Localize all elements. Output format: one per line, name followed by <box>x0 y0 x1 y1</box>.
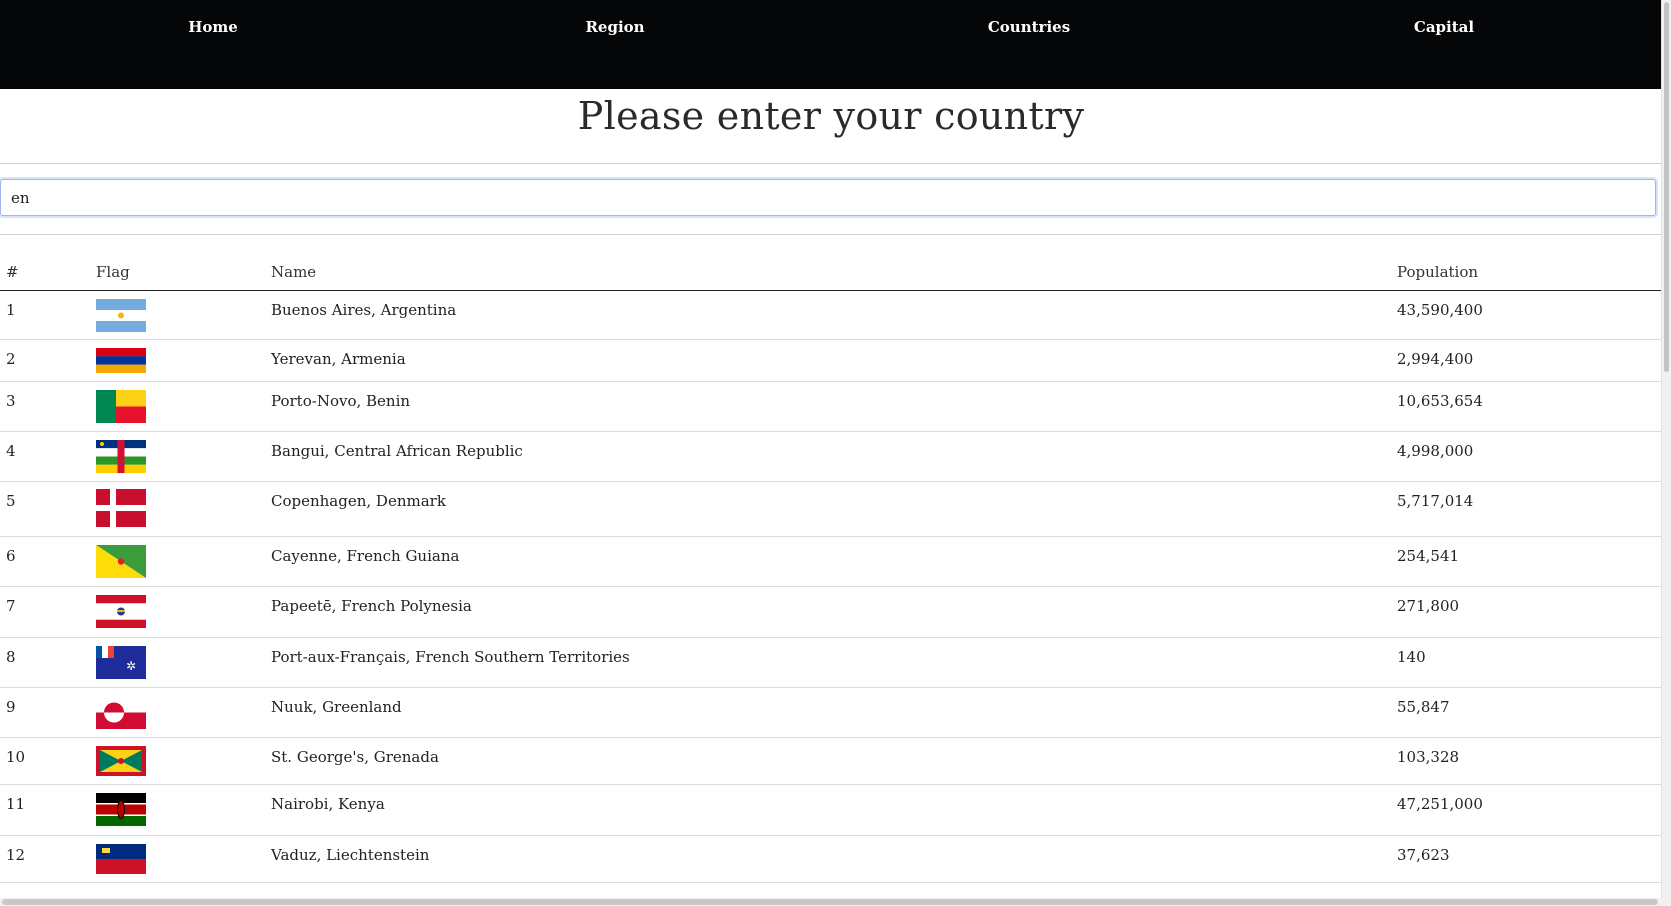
nav-countries-link[interactable]: Countries <box>988 18 1070 36</box>
table-row: 1 Buenos Aires, Argentina 43,590,400 <box>0 290 1662 340</box>
central-african-republic-flag-icon <box>96 440 146 473</box>
row-name: Cayenne, French Guiana <box>271 547 460 565</box>
row-number: 12 <box>6 846 26 864</box>
table-row: 8 ✲ Port-aux-Français, French Southern T… <box>0 637 1662 688</box>
row-number: 1 <box>6 301 16 319</box>
nav-capital-link[interactable]: Capital <box>1414 18 1474 36</box>
row-name: Nairobi, Kenya <box>271 795 385 813</box>
row-population: 2,994,400 <box>1397 350 1474 368</box>
row-name: Porto-Novo, Benin <box>271 392 411 410</box>
row-name: Bangui, Central African Republic <box>271 442 523 460</box>
table-row: 4 Bangui, Central African Republic 4,998… <box>0 431 1662 482</box>
results-table: # Flag Name Population 1 Buenos Aires, A… <box>0 254 1662 883</box>
french-southern-territories-flag-icon: ✲ <box>96 646 146 679</box>
table-row: 10 St. George's, Grenada 103,328 <box>0 737 1662 785</box>
divider-top <box>0 163 1662 164</box>
row-name: Papeetē, French Polynesia <box>271 597 472 615</box>
row-number: 6 <box>6 547 16 565</box>
french-guiana-flag-icon <box>96 545 146 578</box>
svg-text:✲: ✲ <box>126 659 136 673</box>
divider-bottom <box>0 234 1662 235</box>
row-number: 3 <box>6 392 16 410</box>
row-population: 254,541 <box>1397 547 1460 565</box>
benin-flag-icon <box>96 390 146 423</box>
row-number: 8 <box>6 648 16 666</box>
denmark-flag-icon <box>96 489 146 527</box>
liechtenstein-flag-icon <box>96 844 146 874</box>
row-population: 37,623 <box>1397 846 1450 864</box>
armenia-flag-icon <box>96 348 146 373</box>
row-name: Vaduz, Liechtenstein <box>271 846 430 864</box>
table-row: 9 Nuuk, Greenland 55,847 <box>0 687 1662 738</box>
row-population: 5,717,014 <box>1397 492 1474 510</box>
table-row: 6 Cayenne, French Guiana 254,541 <box>0 536 1662 587</box>
row-number: 4 <box>6 442 16 460</box>
table-row: 2 Yerevan, Armenia 2,994,400 <box>0 339 1662 382</box>
country-search-input[interactable] <box>0 179 1656 216</box>
row-number: 2 <box>6 350 16 368</box>
table-row: 7 Papeetē, French Polynesia 271,800 <box>0 586 1662 638</box>
table-row: 12 Vaduz, Liechtenstein 37,623 <box>0 835 1662 883</box>
grenada-flag-icon <box>96 746 146 776</box>
argentina-flag-icon <box>96 299 146 332</box>
row-number: 5 <box>6 492 16 510</box>
kenya-flag-icon <box>96 793 146 826</box>
row-number: 9 <box>6 698 16 716</box>
row-population: 55,847 <box>1397 698 1450 716</box>
vertical-scrollbar-thumb[interactable] <box>1664 2 1669 372</box>
vertical-scrollbar[interactable] <box>1661 0 1671 906</box>
row-name: Buenos Aires, Argentina <box>271 301 457 319</box>
row-number: 10 <box>6 748 26 766</box>
row-population: 140 <box>1397 648 1426 666</box>
table-header-row: # Flag Name Population <box>0 254 1662 291</box>
nav-home-link[interactable]: Home <box>188 18 238 36</box>
header-population: Population <box>1391 254 1662 291</box>
row-number: 11 <box>6 795 26 813</box>
row-population: 271,800 <box>1397 597 1460 615</box>
greenland-flag-icon <box>96 696 146 729</box>
row-population: 10,653,654 <box>1397 392 1483 410</box>
header-flag: Flag <box>90 254 265 291</box>
row-population: 43,590,400 <box>1397 301 1483 319</box>
table-row: 11 Nairobi, Kenya 47,251,000 <box>0 784 1662 836</box>
french-polynesia-flag-icon <box>96 595 146 628</box>
header-name: Name <box>265 254 1391 291</box>
page-title: Please enter your country <box>577 94 1085 138</box>
table-row: 3 Porto-Novo, Benin 10,653,654 <box>0 381 1662 432</box>
row-population: 103,328 <box>1397 748 1460 766</box>
row-population: 4,998,000 <box>1397 442 1474 460</box>
row-name: Yerevan, Armenia <box>271 350 406 368</box>
row-population: 47,251,000 <box>1397 795 1483 813</box>
row-name: Port-aux-Français, French Southern Terri… <box>271 648 630 666</box>
horizontal-scrollbar[interactable] <box>0 898 1662 906</box>
nav-region-link[interactable]: Region <box>585 18 644 36</box>
top-navbar: Home Region Countries Capital <box>0 0 1662 89</box>
row-name: Copenhagen, Denmark <box>271 492 446 510</box>
horizontal-scrollbar-thumb[interactable] <box>2 899 1658 905</box>
row-name: Nuuk, Greenland <box>271 698 402 716</box>
header-number: # <box>0 254 90 291</box>
table-row: 5 Copenhagen, Denmark 5,717,014 <box>0 481 1662 537</box>
row-name: St. George's, Grenada <box>271 748 439 766</box>
row-number: 7 <box>6 597 16 615</box>
